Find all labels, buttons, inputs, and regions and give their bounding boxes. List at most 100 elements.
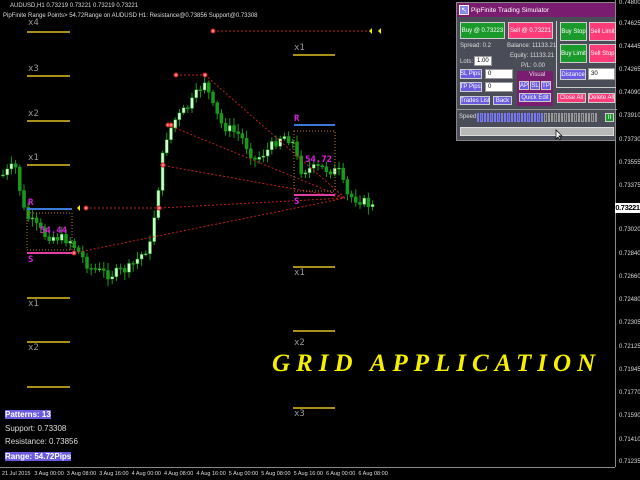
speed-segment[interactable] <box>581 113 584 122</box>
speed-segment[interactable] <box>524 113 527 122</box>
level-line <box>27 120 70 122</box>
speed-segment[interactable] <box>510 113 513 122</box>
sell-button[interactable]: Sell @ 0.73221 <box>508 22 553 39</box>
overlay-title: GRID APPLICATION <box>272 350 602 377</box>
speed-segment[interactable] <box>577 113 581 122</box>
speed-segment[interactable] <box>490 113 493 122</box>
price-tick-label: 0.73555 <box>619 160 640 166</box>
candle-body <box>89 268 93 270</box>
candle-body <box>106 270 110 280</box>
candle-body <box>22 190 26 208</box>
close-all-button[interactable]: Close All <box>557 93 586 103</box>
speed-segment[interactable] <box>591 113 594 122</box>
price-tick-label: 0.72660 <box>619 274 640 280</box>
level-x4-label: x4 <box>28 18 39 28</box>
level-x2-label: x2 <box>28 109 39 119</box>
candle-body <box>131 263 135 265</box>
candle-body <box>295 141 299 157</box>
lots-input[interactable]: 1.00 <box>474 56 492 66</box>
speed-segment[interactable] <box>550 113 554 122</box>
sl-visual-button[interactable]: SL <box>530 81 540 90</box>
speed-segment[interactable] <box>497 113 500 122</box>
candle-body <box>228 125 232 132</box>
candle-body <box>160 152 165 191</box>
candle-body <box>324 166 329 172</box>
price-tick-label: 0.73020 <box>619 227 640 233</box>
speed-segment[interactable] <box>560 113 564 122</box>
candle-body <box>127 263 131 273</box>
delete-all-button[interactable]: Delete All <box>588 93 615 103</box>
speed-slider[interactable] <box>477 113 597 122</box>
sell-stop-button[interactable]: Sell Stop <box>589 44 616 63</box>
speed-segment[interactable] <box>513 113 517 122</box>
speed-segment[interactable] <box>557 113 560 122</box>
quick-edit-button[interactable]: Quick Edit <box>519 93 551 102</box>
speed-segment[interactable] <box>487 113 490 122</box>
speed-segment[interactable] <box>564 113 567 122</box>
speed-segment[interactable] <box>534 113 537 122</box>
speed-segment[interactable] <box>554 113 557 122</box>
candle-body <box>177 112 182 120</box>
time-tick-label: 5 Aug 08:00 <box>261 471 291 477</box>
speed-segment[interactable] <box>574 113 577 122</box>
divider <box>556 21 557 87</box>
speed-segment[interactable] <box>520 113 524 122</box>
lots-label: Lots: <box>460 59 474 65</box>
speed-segment[interactable] <box>584 113 587 122</box>
price-tick-label: 0.71770 <box>619 390 640 396</box>
speed-segment[interactable] <box>567 113 571 122</box>
candle-body <box>366 197 371 207</box>
speed-segment[interactable] <box>527 113 530 122</box>
speed-segment[interactable] <box>507 113 510 122</box>
pause-button[interactable]: II <box>605 113 614 122</box>
speed-segment[interactable] <box>537 113 540 122</box>
candle-body <box>253 157 257 160</box>
speed-segment[interactable] <box>547 113 550 122</box>
price-tick-label: 0.72125 <box>619 344 640 350</box>
speed-segment[interactable] <box>530 113 534 122</box>
distance-input[interactable]: 30 <box>588 68 615 80</box>
candle-body <box>72 241 77 248</box>
level-line <box>293 330 335 332</box>
distance-button[interactable]: Distance <box>560 69 586 80</box>
candle-body <box>320 165 324 167</box>
speed-segment[interactable] <box>544 113 547 122</box>
speed-segment[interactable] <box>540 113 544 122</box>
sl-pips-input[interactable]: 0 <box>485 69 513 79</box>
candle-body <box>173 119 177 129</box>
progress-scrollbar[interactable] <box>460 127 614 136</box>
back-button[interactable]: Back <box>493 96 512 105</box>
sl-pips-button[interactable]: SL Pips: <box>460 69 482 79</box>
candle-body <box>354 196 358 203</box>
buy-button[interactable]: Buy @ 0.73223 <box>460 22 505 39</box>
speed-segment[interactable] <box>503 113 507 122</box>
candle-body <box>194 89 198 99</box>
tp-pips-button[interactable]: TP Pips: <box>460 82 482 92</box>
candle-body <box>123 268 127 273</box>
buy-limit-button[interactable]: Buy Limit <box>560 44 587 63</box>
speed-segment[interactable] <box>594 113 597 122</box>
candle-body <box>13 163 18 168</box>
speed-segment[interactable] <box>517 113 520 122</box>
sell-limit-button[interactable]: Sell Limit <box>589 22 616 41</box>
ap-button[interactable]: AP <box>519 81 529 90</box>
speed-segment[interactable] <box>500 113 503 122</box>
buy-stop-button[interactable]: Buy Stop <box>560 22 587 41</box>
candle-body <box>51 236 56 241</box>
tp-visual-button[interactable]: TP <box>541 81 551 90</box>
candle-body <box>270 141 274 150</box>
speed-segment[interactable] <box>477 113 480 122</box>
speed-segment[interactable] <box>493 113 497 122</box>
level-x1-label: x1 <box>294 268 305 278</box>
candle-body <box>47 236 51 241</box>
speed-segment[interactable] <box>587 113 591 122</box>
candle-body <box>181 107 186 114</box>
simulator-title-bar[interactable]: ↖ PipFinite Trading Simulator <box>457 3 615 17</box>
speed-segment[interactable] <box>571 113 574 122</box>
tp-pips-input[interactable]: 0 <box>485 82 513 92</box>
speed-segment[interactable] <box>480 113 483 122</box>
trades-list-button[interactable]: Trades List <box>460 96 490 105</box>
candle-body <box>93 268 98 270</box>
speed-segment[interactable] <box>483 113 487 122</box>
price-tick-label: 0.73730 <box>619 137 640 143</box>
